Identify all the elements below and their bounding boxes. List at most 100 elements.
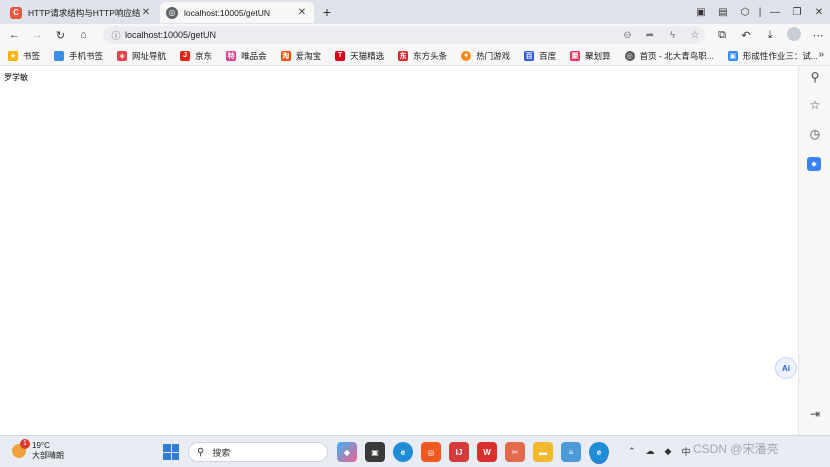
weather-temp: 19°C bbox=[32, 441, 50, 450]
home-button[interactable]: ⌂ bbox=[72, 29, 95, 41]
tab-http-structure[interactable]: C HTTP请求结构与HTTP响应结构 ✕ bbox=[4, 2, 158, 23]
wps-icon[interactable]: W bbox=[477, 442, 497, 462]
nav-icon: ◈ bbox=[117, 50, 128, 61]
notification-badge: 1 bbox=[20, 439, 30, 449]
tab-localhost[interactable]: ◎ localhost:10005/getUN ✕ bbox=[160, 2, 314, 23]
ai-assistant-button[interactable]: Ai bbox=[775, 357, 797, 379]
taskbar-search[interactable]: ⚲ 搜索 bbox=[188, 442, 328, 462]
bookmark-item[interactable]: ● 热门游戏 bbox=[461, 50, 510, 62]
avatar bbox=[787, 26, 801, 41]
taskbar-apps: ◆ ▣ e ◎ IJ W ✂ ▬ ≡ e bbox=[337, 442, 617, 462]
tab-actions-icon[interactable]: ▣ bbox=[690, 7, 712, 18]
bookmark-item[interactable]: 东东方头条 bbox=[398, 50, 447, 62]
image-icon: ▣ bbox=[727, 50, 738, 61]
read-aloud-icon[interactable]: ϟ bbox=[662, 30, 682, 41]
bookmark-item[interactable]: 淘爱淘宝 bbox=[280, 50, 321, 62]
system-tray: ⌃ ☁ ◆ 中 bbox=[628, 445, 700, 458]
close-window-button[interactable]: ✕ bbox=[808, 7, 830, 18]
address-bar-actions: ⊖ ➦ ϟ ☆ bbox=[617, 30, 705, 41]
share-icon[interactable]: ➦ bbox=[640, 30, 660, 41]
start-button[interactable] bbox=[163, 444, 179, 460]
window-controls: ▣ ▤ ⬡ | — ❐ ✕ bbox=[690, 0, 830, 24]
search-icon[interactable]: ⚲ bbox=[799, 70, 830, 84]
tray-chevron-icon[interactable]: ⌃ bbox=[628, 446, 636, 457]
toolbar-right: ⧉ ↶ ⤓ ⋯ bbox=[710, 24, 830, 46]
divider: | bbox=[758, 6, 762, 18]
reload-button[interactable]: ↻ bbox=[49, 29, 72, 42]
globe-icon: ◎ bbox=[624, 50, 635, 61]
collapse-sidebar-icon[interactable]: ⇥ bbox=[799, 407, 830, 421]
undo-icon[interactable]: ↶ bbox=[734, 29, 758, 42]
edge-icon[interactable]: e bbox=[393, 442, 413, 462]
navigation-bar: ← → ↻ ⌂ ⓘ localhost:10005/getUN ⊖ ➦ ϟ ☆ … bbox=[0, 24, 830, 46]
tray-app-icon[interactable]: ◆ bbox=[665, 446, 672, 457]
snipping-tool-icon[interactable]: ✂ bbox=[505, 442, 525, 462]
watermark: CSDN @宋潘亮 bbox=[693, 442, 779, 456]
intellij-icon[interactable]: IJ bbox=[449, 442, 469, 462]
minimize-button[interactable]: — bbox=[764, 7, 786, 18]
response-text: 罗学敏 bbox=[4, 73, 28, 82]
info-icon[interactable]: ⓘ bbox=[107, 29, 125, 42]
game-icon: ● bbox=[461, 50, 472, 61]
bookmark-item[interactable]: 手机书签 bbox=[54, 50, 103, 62]
baidu-icon: 百 bbox=[524, 50, 535, 61]
extensions-icon[interactable]: ⬡ bbox=[734, 7, 756, 18]
extensions-button[interactable]: ⧉ bbox=[710, 29, 734, 42]
file-explorer-icon[interactable]: ▬ bbox=[533, 442, 553, 462]
bookmark-item[interactable]: ★ 书签 bbox=[8, 50, 40, 62]
media-icon[interactable]: ▤ bbox=[712, 7, 734, 18]
csdn-icon: C bbox=[10, 6, 22, 19]
bookmark-item[interactable]: ▣ 形成性作业三：试... bbox=[727, 50, 818, 62]
bookmark-item[interactable]: 百百度 bbox=[524, 50, 556, 62]
sidebar: ⚲ ☆ ◷ ◆ ⇥ bbox=[798, 66, 830, 435]
new-tab-button[interactable]: + bbox=[318, 3, 336, 21]
forward-button[interactable]: → bbox=[26, 29, 49, 41]
juhuasuan-icon: 聚 bbox=[570, 50, 581, 61]
weather-widget[interactable]: 1 19°C 大部晴朗 bbox=[12, 439, 64, 461]
bookmark-item[interactable]: T 天猫精选 bbox=[335, 50, 384, 62]
star-icon: ★ bbox=[8, 50, 18, 61]
taobao-icon: 淘 bbox=[280, 50, 291, 61]
page-content: 罗学敏 bbox=[0, 66, 798, 435]
copilot-app-icon[interactable]: ◆ bbox=[337, 442, 357, 462]
bookmark-item[interactable]: 特唯品会 bbox=[226, 50, 267, 62]
weather-desc: 大部晴朗 bbox=[32, 451, 64, 460]
tab-title: localhost:10005/getUN bbox=[184, 7, 271, 18]
back-button[interactable]: ← bbox=[3, 29, 26, 41]
bookmark-item[interactable]: ◈ 网址导航 bbox=[117, 50, 166, 62]
restore-button[interactable]: ❐ bbox=[786, 7, 808, 18]
tab-title: HTTP请求结构与HTTP响应结构 bbox=[28, 7, 140, 18]
task-view-icon[interactable]: ▣ bbox=[365, 442, 385, 462]
notepad-icon[interactable]: ≡ bbox=[561, 442, 581, 462]
copilot-icon[interactable]: ◆ bbox=[807, 157, 821, 171]
vip-icon: 特 bbox=[226, 50, 237, 61]
bookmark-item[interactable]: 聚聚划算 bbox=[570, 50, 611, 62]
tab-strip: C HTTP请求结构与HTTP响应结构 ✕ ◎ localhost:10005/… bbox=[0, 0, 830, 24]
globe-icon: ◎ bbox=[166, 6, 178, 19]
address-bar[interactable]: ⓘ localhost:10005/getUN ⊖ ➦ ϟ ☆ bbox=[103, 26, 705, 44]
bookmark-item[interactable]: ◎ 首页 - 北大青鸟职... bbox=[624, 50, 714, 62]
tmall-icon: T bbox=[335, 50, 346, 61]
history-icon[interactable]: ◷ bbox=[799, 127, 830, 141]
downloads-icon[interactable]: ⤓ bbox=[758, 29, 782, 42]
bookmarks-overflow-icon[interactable]: » bbox=[818, 49, 824, 60]
zoom-icon[interactable]: ⊖ bbox=[617, 30, 637, 41]
favorite-star-icon[interactable]: ☆ bbox=[685, 30, 705, 41]
favorites-icon[interactable]: ☆ bbox=[799, 98, 830, 112]
phone-icon bbox=[54, 50, 65, 61]
input-language[interactable]: 中 bbox=[681, 445, 690, 458]
jd-icon: J bbox=[180, 50, 191, 61]
onedrive-icon[interactable]: ☁ bbox=[646, 446, 655, 457]
edge-active-icon[interactable]: e bbox=[589, 442, 609, 462]
search-icon: ⚲ bbox=[197, 446, 205, 458]
search-placeholder: 搜索 bbox=[212, 447, 231, 458]
weather-icon: 1 bbox=[12, 439, 30, 458]
close-icon[interactable]: ✕ bbox=[140, 7, 152, 18]
more-menu-icon[interactable]: ⋯ bbox=[806, 29, 830, 42]
app-orange-icon[interactable]: ◎ bbox=[421, 442, 441, 462]
dftt-icon: 东 bbox=[398, 50, 409, 61]
url-text[interactable]: localhost:10005/getUN bbox=[125, 30, 617, 40]
close-icon[interactable]: ✕ bbox=[296, 7, 308, 18]
profile-avatar[interactable] bbox=[782, 26, 806, 44]
bookmark-item[interactable]: J 京东 bbox=[180, 50, 212, 62]
